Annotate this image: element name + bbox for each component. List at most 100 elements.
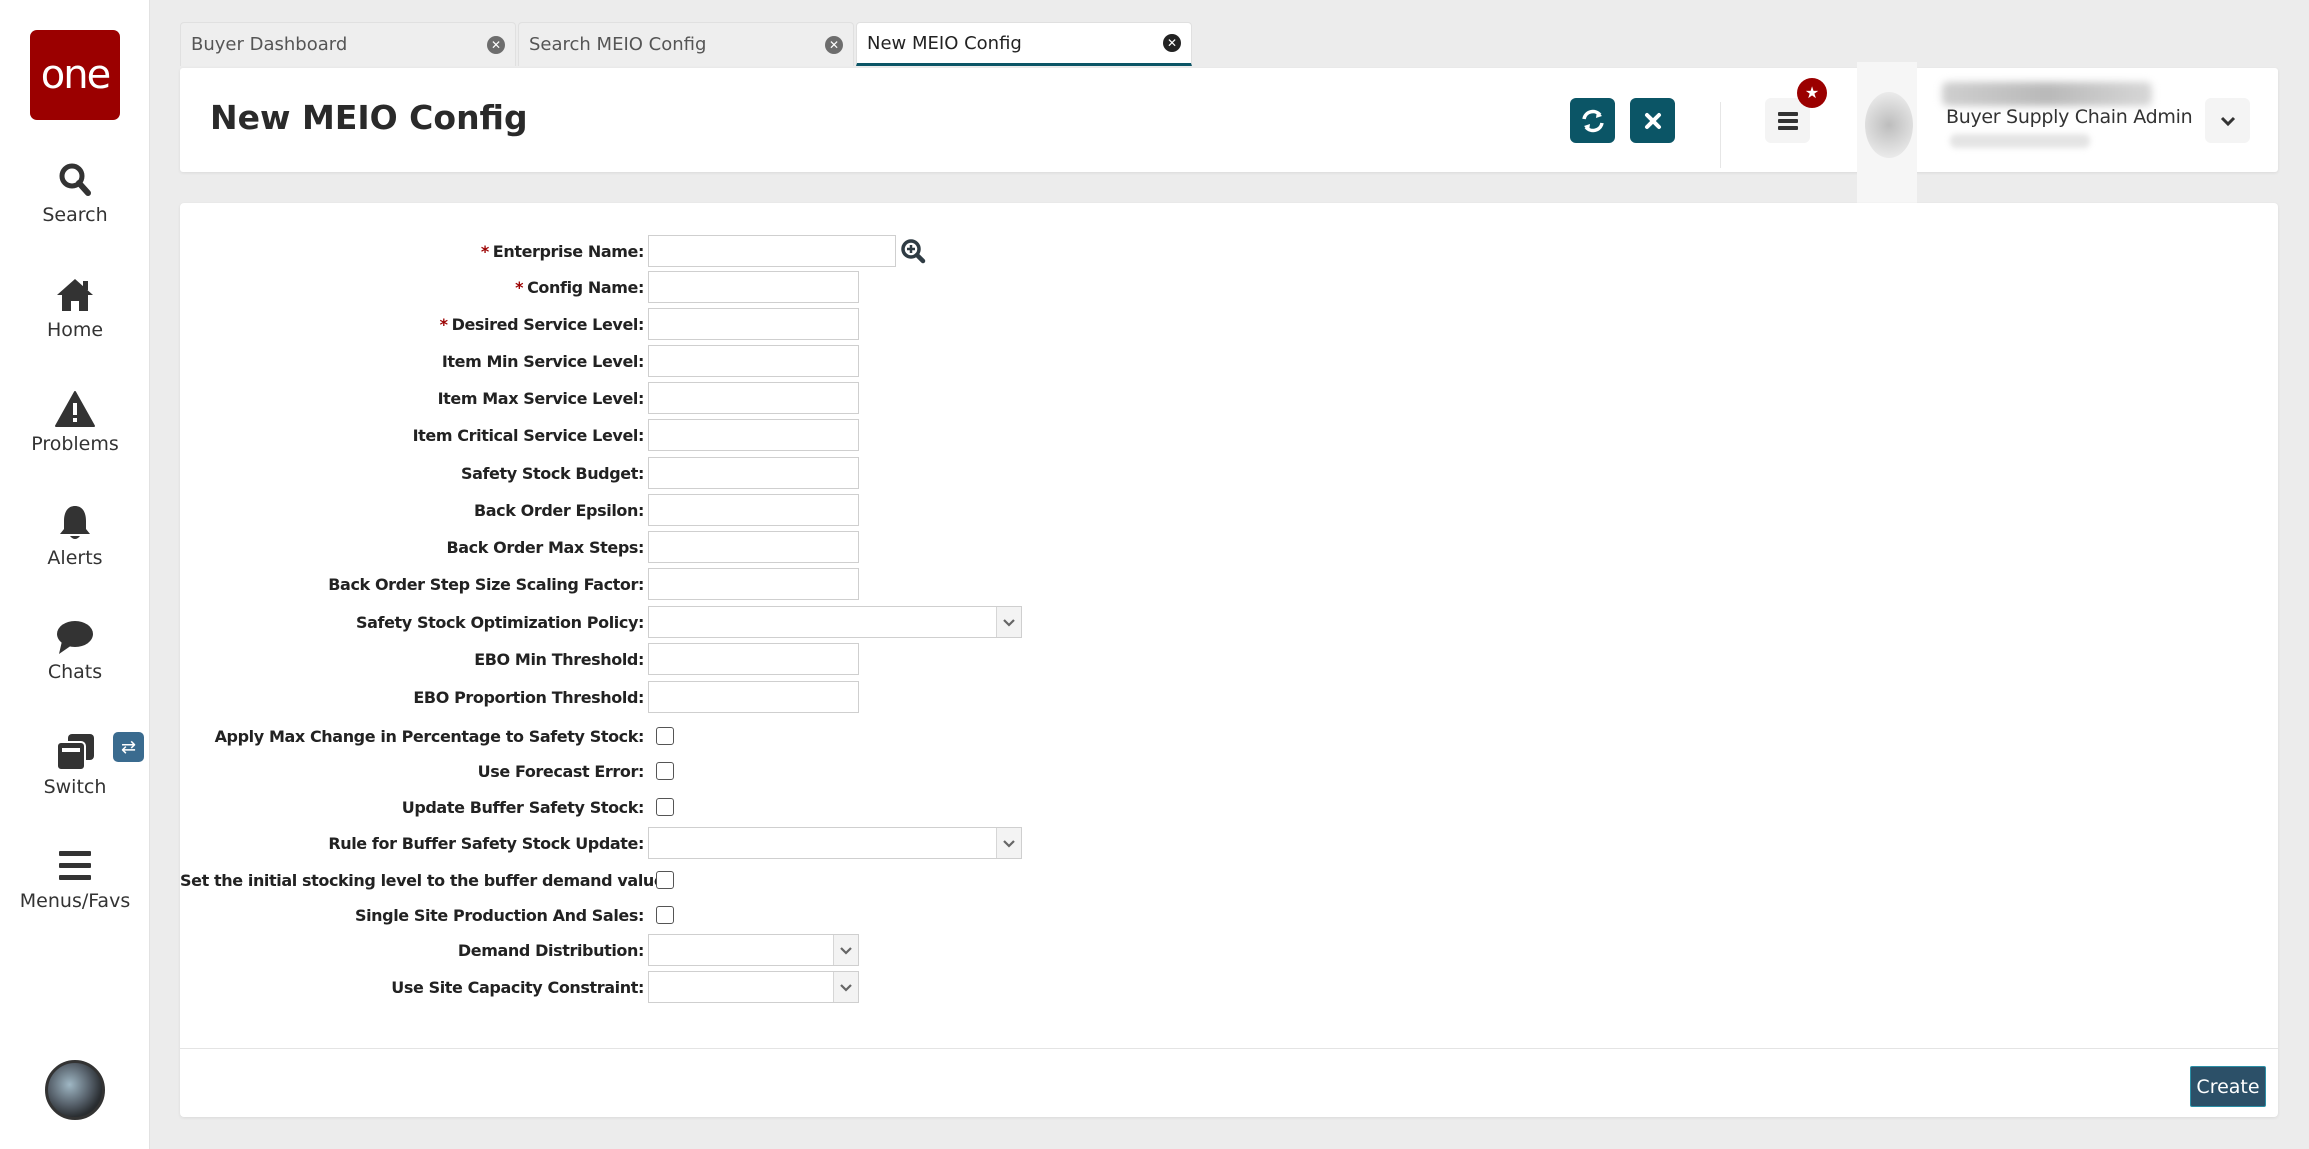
use-site-capacity-constraint-select[interactable]	[648, 971, 859, 1003]
back-order-epsilon-input[interactable]	[648, 494, 859, 526]
field-label-text: Rule for Buffer Safety Stock Update:	[328, 833, 644, 853]
chevron-down-icon[interactable]	[996, 828, 1021, 858]
single-site-production-and-sales-checkbox[interactable]	[656, 906, 674, 924]
user-menu-dropdown[interactable]	[2205, 98, 2250, 143]
chat-icon	[57, 621, 93, 654]
app-logo[interactable]: one	[30, 30, 120, 120]
item-critical-service-level-input[interactable]	[648, 419, 859, 451]
form-row-single-site-production-and-sales: Single Site Production And Sales:	[180, 899, 674, 931]
search-icon	[59, 163, 91, 196]
enterprise-name-input[interactable]	[648, 235, 896, 267]
user-avatar[interactable]	[1857, 62, 1917, 204]
form-row-item-critical-service-level: Item Critical Service Level:	[180, 419, 859, 451]
refresh-button[interactable]	[1570, 98, 1615, 143]
sidebar-item-alerts[interactable]: Alerts	[0, 503, 150, 569]
close-tab-icon[interactable]: ✕	[487, 35, 505, 54]
close-button[interactable]	[1630, 98, 1675, 143]
tab-label: Buyer Dashboard	[191, 34, 348, 55]
tab-search-meio-config[interactable]: Search MEIO Config ✕	[518, 22, 854, 66]
field-label: Item Min Service Level:	[180, 352, 648, 371]
field-label-text: Enterprise Name:	[492, 241, 645, 261]
sidebar-item-chats[interactable]: Chats	[0, 617, 150, 683]
field-label-text: Desired Service Level:	[451, 314, 645, 334]
exchange-icon[interactable]: ⇄	[113, 732, 144, 762]
tab-buyer-dashboard[interactable]: Buyer Dashboard ✕	[180, 22, 516, 66]
ebo-proportion-threshold-input[interactable]	[648, 681, 859, 713]
close-tab-icon[interactable]: ✕	[1163, 34, 1181, 52]
field-label: Set the initial stocking level to the bu…	[180, 871, 671, 890]
tab-label: Search MEIO Config	[529, 34, 707, 55]
sidebar-item-label: Problems	[31, 433, 119, 455]
safety-stock-optimization-policy-select[interactable]	[648, 606, 1022, 638]
form-row-item-min-service-level: Item Min Service Level:	[180, 345, 859, 377]
sidebar-item-home[interactable]: Home	[0, 275, 150, 341]
field-label: EBO Proportion Threshold:	[180, 688, 648, 707]
chevron-down-icon	[2220, 116, 2235, 126]
user-name-redacted	[1942, 82, 2152, 106]
set-the-initial-stocking-level-to-the-buffer-demand-value-checkbox[interactable]	[656, 871, 674, 889]
warning-icon	[55, 391, 95, 427]
field-label: Single Site Production And Sales:	[180, 906, 648, 925]
sidebar-item-search[interactable]: Search	[0, 160, 150, 226]
form-row-apply-max-change-in-percentage-to-safety-stock: Apply Max Change in Percentage to Safety…	[180, 720, 674, 752]
field-label: EBO Min Threshold:	[180, 650, 648, 669]
field-label: Item Critical Service Level:	[180, 426, 648, 445]
field-label-text: EBO Min Threshold:	[474, 649, 644, 669]
zoom-in-search-icon[interactable]	[900, 238, 926, 264]
rule-for-buffer-safety-stock-update-select[interactable]	[648, 827, 1022, 859]
form-row-set-the-initial-stocking-level-to-the-buffer-demand-value: Set the initial stocking level to the bu…	[180, 864, 674, 896]
update-buffer-safety-stock-checkbox[interactable]	[656, 798, 674, 816]
menu-icon	[59, 851, 91, 880]
form-row-ebo-proportion-threshold: EBO Proportion Threshold:	[180, 681, 859, 713]
form-row-item-max-service-level: Item Max Service Level:	[180, 382, 859, 414]
hamburger-icon	[1777, 111, 1798, 130]
demand-distribution-select[interactable]	[648, 934, 859, 966]
back-order-max-steps-input[interactable]	[648, 531, 859, 563]
chevron-down-icon[interactable]	[996, 607, 1021, 637]
sidebar-item-label: Alerts	[47, 547, 103, 569]
field-label: * Desired Service Level:	[180, 315, 648, 334]
field-label-text: Config Name:	[527, 277, 644, 297]
field-label: Apply Max Change in Percentage to Safety…	[180, 727, 648, 746]
logo-text: one	[40, 52, 111, 98]
field-label: Item Max Service Level:	[180, 389, 648, 408]
star-icon: ★	[1797, 78, 1827, 108]
sidebar-item-problems[interactable]: Problems	[0, 389, 150, 455]
use-forecast-error-checkbox[interactable]	[656, 762, 674, 780]
field-label-text: Back Order Max Steps:	[446, 537, 644, 557]
chevron-down-icon[interactable]	[833, 935, 858, 965]
config-name-input[interactable]	[648, 271, 859, 303]
item-max-service-level-input[interactable]	[648, 382, 859, 414]
chevron-down-icon[interactable]	[833, 972, 858, 1002]
close-tab-icon[interactable]: ✕	[825, 35, 843, 54]
field-label-text: Set the initial stocking level to the bu…	[180, 870, 671, 890]
apply-max-change-in-percentage-to-safety-stock-checkbox[interactable]	[656, 727, 674, 745]
safety-stock-budget-input[interactable]	[648, 457, 859, 489]
field-label-text: Use Site Capacity Constraint:	[391, 977, 644, 997]
item-min-service-level-input[interactable]	[648, 345, 859, 377]
field-label: Demand Distribution:	[180, 941, 648, 960]
field-label: Back Order Step Size Scaling Factor:	[180, 575, 648, 594]
desired-service-level-input[interactable]	[648, 308, 859, 340]
back-order-step-size-scaling-factor-input[interactable]	[648, 568, 859, 600]
field-label-text: Apply Max Change in Percentage to Safety…	[214, 726, 645, 746]
field-label: Safety Stock Optimization Policy:	[180, 613, 648, 632]
sidebar-item-label: Menus/Favs	[19, 890, 131, 912]
sidebar-item-label: Home	[46, 319, 104, 341]
tab-new-meio-config[interactable]: New MEIO Config ✕	[856, 22, 1192, 66]
field-label-text: Back Order Step Size Scaling Factor:	[328, 574, 644, 594]
field-label: Back Order Epsilon:	[180, 501, 648, 520]
field-label: Back Order Max Steps:	[180, 538, 648, 557]
sidebar-item-menus-favs[interactable]: Menus/Favs	[0, 846, 150, 912]
ebo-min-threshold-input[interactable]	[648, 643, 859, 675]
ai-assistant-avatar[interactable]	[45, 1060, 105, 1120]
user-detail-redacted	[1950, 134, 2090, 148]
form-row-back-order-max-steps: Back Order Max Steps:	[180, 531, 859, 563]
form-row-ebo-min-threshold: EBO Min Threshold:	[180, 643, 859, 675]
create-button[interactable]: Create	[2190, 1066, 2266, 1107]
page-title: New MEIO Config	[210, 98, 528, 137]
field-label-text: Single Site Production And Sales:	[354, 905, 644, 925]
user-role: Buyer Supply Chain Admin	[1946, 106, 2193, 128]
form-row-rule-for-buffer-safety-stock-update: Rule for Buffer Safety Stock Update:	[180, 827, 1022, 859]
form-row-back-order-step-size-scaling-factor: Back Order Step Size Scaling Factor:	[180, 568, 859, 600]
